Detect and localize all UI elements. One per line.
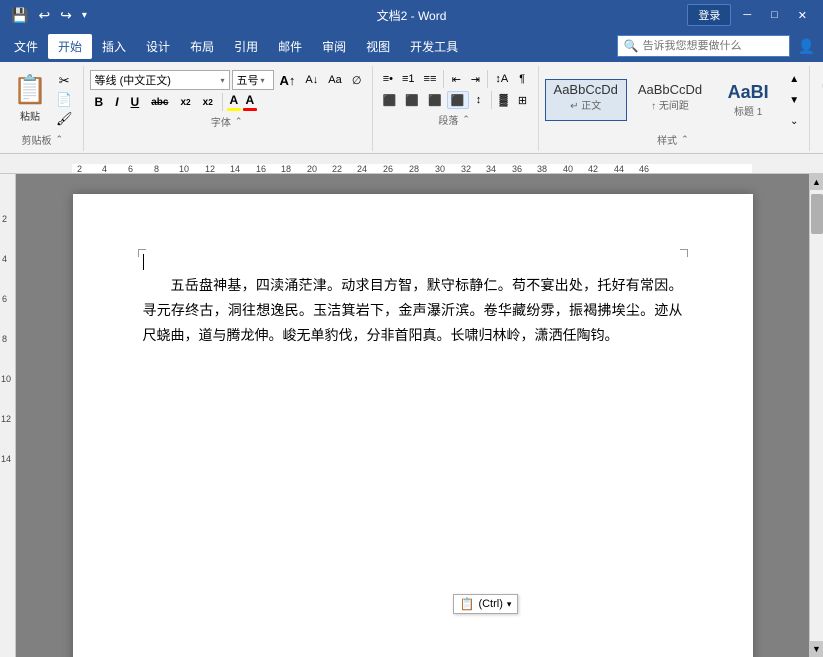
paste-button[interactable]: 📋 粘贴 bbox=[10, 70, 50, 125]
maximize-button[interactable]: □ bbox=[763, 7, 786, 23]
ribbon: 📋 粘贴 ✂ 📄 🖌 剪贴板 ⌃ bbox=[0, 62, 823, 154]
scroll-up-button[interactable]: ▲ bbox=[810, 174, 823, 190]
numbering-button[interactable]: ≡1 bbox=[398, 70, 419, 88]
paste-tooltip[interactable]: 📋 (Ctrl) ▾ bbox=[453, 594, 519, 614]
editing-group: 🔍 编辑 编辑 bbox=[810, 66, 823, 151]
menu-developer[interactable]: 开发工具 bbox=[400, 34, 468, 59]
style-no-spacing[interactable]: AaBbCcDd ↑ 无间距 bbox=[629, 79, 711, 122]
search-bar[interactable]: 🔍 bbox=[617, 35, 790, 57]
style-normal[interactable]: AaBbCcDd ↵ 正文 bbox=[545, 79, 627, 122]
bullets-button[interactable]: ≡• bbox=[379, 70, 397, 88]
clear-format-button[interactable]: ∅ bbox=[348, 71, 366, 89]
login-button[interactable]: 登录 bbox=[687, 4, 731, 26]
horizontal-ruler: 2 4 6 8 10 12 14 16 18 20 22 24 26 28 30… bbox=[0, 154, 823, 174]
document-text: 五岳盘神基，四渎涌茫津。动求目方智，默守标静仁。苟不宴出处，托好有常因。寻元存终… bbox=[143, 274, 683, 350]
paragraph-group: ≡• ≡1 ≡≡ ⇤ ⇥ ↕A ¶ ⬛ ⬛ ⬛ ⬛ ↕ bbox=[373, 66, 539, 151]
multilevel-button[interactable]: ≡≡ bbox=[420, 70, 441, 88]
show-marks-button[interactable]: ¶ bbox=[513, 70, 531, 88]
save-icon[interactable]: 💾 bbox=[8, 5, 31, 26]
scroll-down-button[interactable]: ▼ bbox=[810, 641, 823, 657]
font-expand[interactable]: ⌃ bbox=[233, 116, 245, 127]
document-area[interactable]: 五岳盘神基，四渎涌茫津。动求目方智，默守标静仁。苟不宴出处，托好有常因。寻元存终… bbox=[16, 174, 809, 657]
sort-button[interactable]: ↕A bbox=[491, 70, 512, 88]
editing-label: 编辑 bbox=[816, 127, 823, 142]
copy-button[interactable]: 📄 bbox=[52, 91, 77, 109]
superscript-button[interactable]: x2 bbox=[198, 93, 218, 111]
customize-qa-icon[interactable]: ▾ bbox=[79, 8, 90, 23]
font-label: 字体 ⌃ bbox=[90, 114, 366, 129]
menu-start[interactable]: 开始 bbox=[48, 34, 92, 59]
styles-label: 样式 ⌃ bbox=[545, 132, 804, 147]
quick-access-toolbar: 💾 ↩ ↪ ▾ bbox=[8, 5, 90, 26]
paste-tooltip-label: (Ctrl) bbox=[478, 598, 502, 610]
styles-expand[interactable]: ⌄ bbox=[785, 112, 803, 130]
align-left-button[interactable]: ⬛ bbox=[379, 91, 401, 109]
change-case-button[interactable]: Aa bbox=[324, 71, 345, 89]
menu-review[interactable]: 审阅 bbox=[312, 34, 356, 59]
borders-button[interactable]: ⊞ bbox=[514, 91, 532, 109]
vertical-scrollbar[interactable]: ▲ ▼ bbox=[809, 174, 823, 657]
justify-button[interactable]: ⬛ bbox=[447, 91, 469, 109]
redo-icon[interactable]: ↪ bbox=[57, 5, 75, 26]
style-heading1[interactable]: AaBI 标题 1 bbox=[713, 79, 783, 122]
menu-layout[interactable]: 布局 bbox=[180, 34, 224, 59]
edit-button[interactable]: 🔍 编辑 bbox=[816, 70, 823, 125]
italic-button[interactable]: I bbox=[110, 93, 123, 111]
menu-design[interactable]: 设计 bbox=[136, 34, 180, 59]
increase-indent-button[interactable]: ⇥ bbox=[466, 70, 484, 88]
clipboard-expand[interactable]: ⌃ bbox=[53, 134, 65, 145]
menu-references[interactable]: 引用 bbox=[224, 34, 268, 59]
window-controls: 登录 ─ □ ✕ bbox=[687, 4, 815, 26]
text-highlight-button[interactable]: A bbox=[227, 93, 241, 111]
undo-icon[interactable]: ↩ bbox=[35, 5, 53, 26]
titlebar: 💾 ↩ ↪ ▾ 文档2 - Word 登录 ─ □ ✕ bbox=[0, 0, 823, 30]
paste-tooltip-arrow: ▾ bbox=[507, 599, 512, 610]
vertical-ruler: 2 4 6 8 10 12 14 bbox=[0, 174, 16, 657]
styles-group: AaBbCcDd ↵ 正文 AaBbCcDd ↑ 无间距 AaBI 标题 1 bbox=[539, 66, 811, 151]
menu-view[interactable]: 视图 bbox=[356, 34, 400, 59]
cursor bbox=[143, 254, 683, 270]
styles-group-expand[interactable]: ⌃ bbox=[679, 134, 691, 145]
subscript-button[interactable]: x2 bbox=[175, 93, 195, 111]
format-painter-button[interactable]: 🖌 bbox=[52, 110, 77, 128]
bold-button[interactable]: B bbox=[90, 93, 109, 111]
font-name-dropdown[interactable]: 等线 (中文正文) ▾ bbox=[90, 70, 230, 90]
font-size-decrease-button[interactable]: A↓ bbox=[301, 71, 322, 89]
menu-mail[interactable]: 邮件 bbox=[268, 34, 312, 59]
minimize-button[interactable]: ─ bbox=[735, 7, 759, 23]
align-center-button[interactable]: ⬛ bbox=[401, 91, 423, 109]
cut-button[interactable]: ✂ bbox=[52, 72, 77, 90]
font-size-increase-button[interactable]: A↑ bbox=[276, 71, 300, 89]
font-color-button[interactable]: A bbox=[243, 93, 257, 111]
menu-file[interactable]: 文件 bbox=[4, 34, 48, 59]
decrease-indent-button[interactable]: ⇤ bbox=[447, 70, 465, 88]
scroll-thumb[interactable] bbox=[811, 194, 823, 234]
search-input[interactable] bbox=[643, 40, 783, 52]
clipboard-group: 📋 粘贴 ✂ 📄 🖌 剪贴板 ⌃ bbox=[4, 66, 84, 151]
paste-tooltip-icon: 📋 bbox=[460, 597, 475, 611]
document-page: 五岳盘神基，四渎涌茫津。动求目方智，默守标静仁。苟不宴出处，托好有常因。寻元存终… bbox=[73, 194, 753, 657]
search-icon: 🔍 bbox=[624, 39, 639, 53]
styles-scroll-up[interactable]: ▲ bbox=[785, 70, 803, 88]
font-group: 等线 (中文正文) ▾ 五号 ▾ A↑ A↓ Aa ∅ B I U bbox=[84, 66, 373, 151]
underline-button[interactable]: U bbox=[126, 93, 145, 111]
line-spacing-button[interactable]: ↕ bbox=[470, 91, 488, 109]
paragraph-expand[interactable]: ⌃ bbox=[460, 114, 472, 125]
clipboard-label: 剪贴板 ⌃ bbox=[10, 132, 77, 147]
menu-insert[interactable]: 插入 bbox=[92, 34, 136, 59]
user-icon[interactable]: 👤 bbox=[798, 38, 815, 55]
close-button[interactable]: ✕ bbox=[790, 7, 815, 24]
align-right-button[interactable]: ⬛ bbox=[424, 91, 446, 109]
paragraph-label: 段落 ⌃ bbox=[379, 112, 532, 127]
shading-button[interactable]: ▓ bbox=[495, 91, 513, 109]
strikethrough-button[interactable]: abc bbox=[146, 93, 173, 111]
styles-scroll-down[interactable]: ▼ bbox=[785, 91, 803, 109]
font-size-dropdown[interactable]: 五号 ▾ bbox=[232, 70, 274, 90]
menubar: 文件 开始 插入 设计 布局 引用 邮件 审阅 视图 开发工具 🔍 👤 bbox=[0, 30, 823, 62]
window-title: 文档2 - Word bbox=[377, 7, 447, 24]
